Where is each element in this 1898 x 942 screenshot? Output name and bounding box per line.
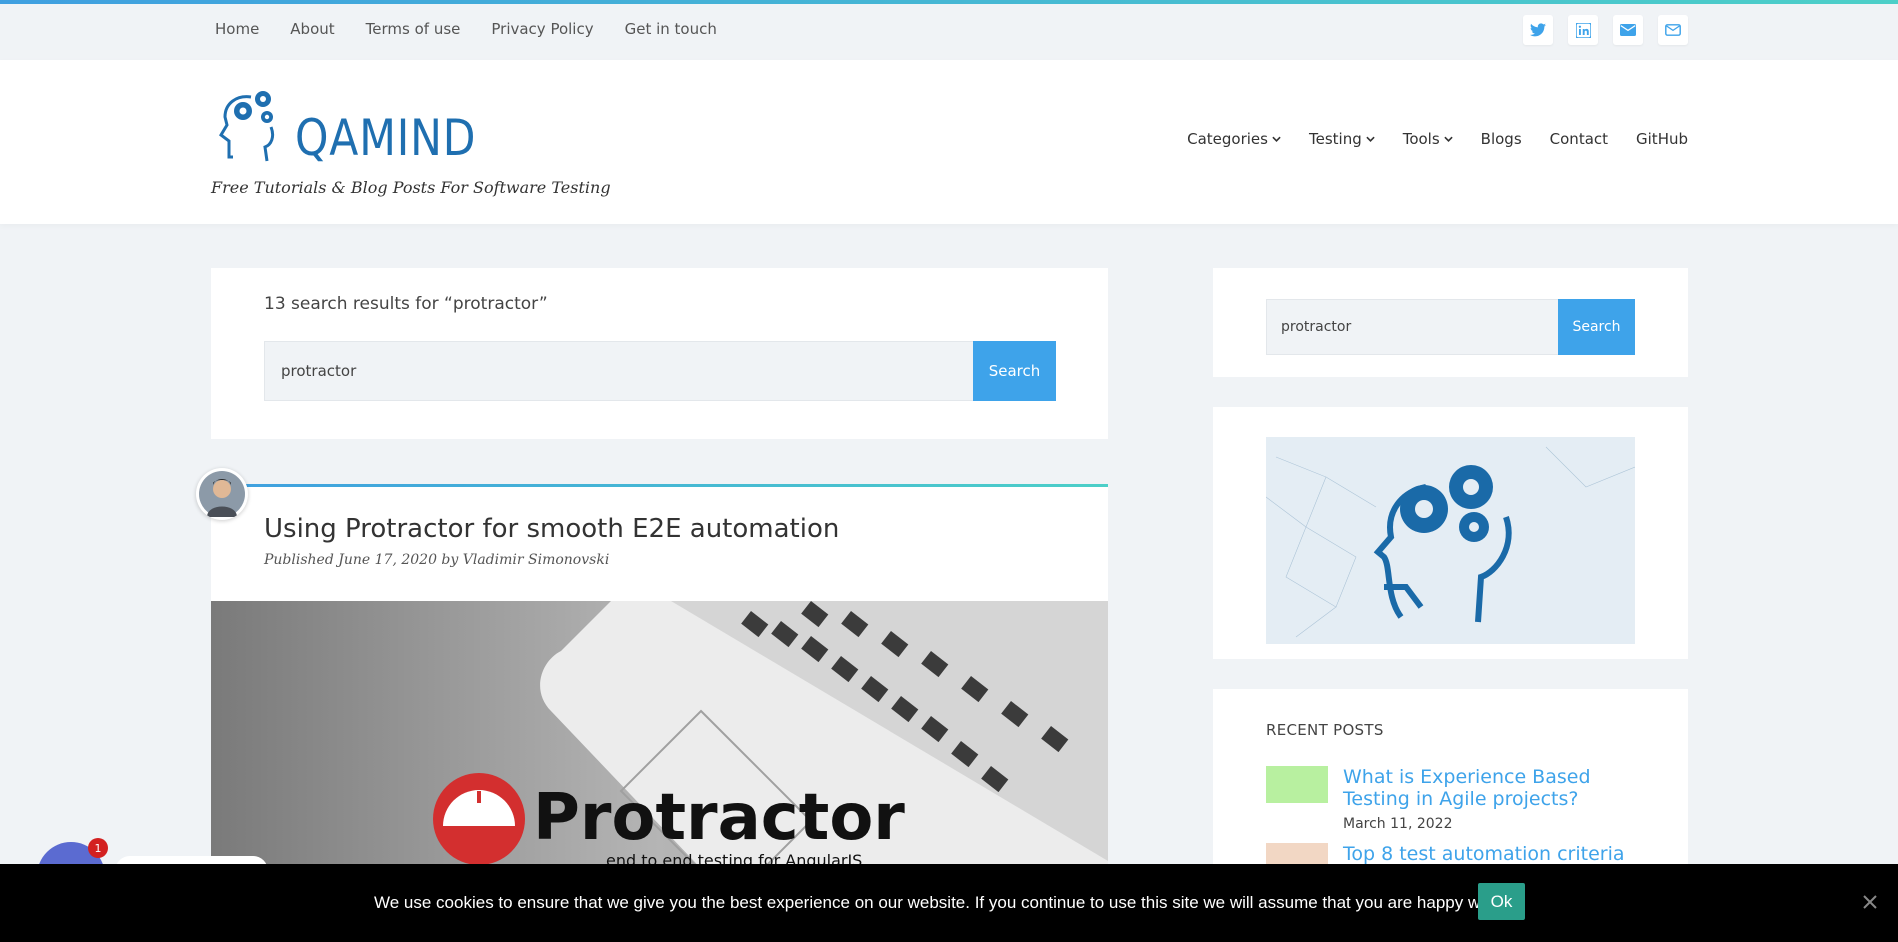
twitter-button[interactable] xyxy=(1523,15,1553,45)
linkedin-button[interactable] xyxy=(1568,15,1598,45)
nav-categories-label: Categories xyxy=(1187,130,1268,148)
nav-testing-label: Testing xyxy=(1308,130,1362,148)
email-button[interactable] xyxy=(1613,15,1643,45)
brain-gears-logo-icon xyxy=(219,91,275,162)
site-logo[interactable]: QAMIND xyxy=(215,87,508,163)
envelope-outline-icon xyxy=(1665,24,1681,36)
nav-tools[interactable]: Tools xyxy=(1403,130,1453,148)
cookie-ok-button[interactable]: Ok xyxy=(1478,883,1525,920)
sidebar-image-card xyxy=(1213,407,1688,659)
nav-github-label: GitHub xyxy=(1636,130,1688,148)
nav-tools-label: Tools xyxy=(1402,130,1440,148)
twitter-icon xyxy=(1530,23,1546,37)
person-photo-icon xyxy=(199,471,245,517)
top-nav-about[interactable]: About xyxy=(290,20,334,38)
close-icon[interactable] xyxy=(1860,892,1880,912)
search-results-title: 13 search results for “protractor” xyxy=(264,294,548,314)
sidebar-search-input[interactable]: protractor xyxy=(1266,299,1559,355)
linkedin-icon xyxy=(1575,22,1591,38)
social-links xyxy=(1523,15,1688,45)
cookie-consent-text: We use cookies to ensure that we give yo… xyxy=(374,893,1517,912)
chevron-down-icon xyxy=(1272,136,1281,142)
search-input[interactable]: protractor xyxy=(264,341,974,401)
nav-contact[interactable]: Contact xyxy=(1550,130,1608,148)
post-title[interactable]: Using Protractor for smooth E2E automati… xyxy=(264,514,839,544)
nav-testing[interactable]: Testing xyxy=(1309,130,1375,148)
post-accent-line xyxy=(211,484,1108,487)
top-nav-home[interactable]: Home xyxy=(215,20,259,38)
top-nav-privacy[interactable]: Privacy Policy xyxy=(491,20,593,38)
search-results-card: 13 search results for “protractor” protr… xyxy=(211,268,1108,439)
top-nav: Home About Terms of use Privacy Policy G… xyxy=(215,20,717,38)
chevron-down-icon xyxy=(1366,136,1375,142)
brain-gears-banner-icon xyxy=(1266,437,1635,644)
recent-post-thumbnail[interactable] xyxy=(1266,766,1328,803)
nav-github[interactable]: GitHub xyxy=(1636,130,1688,148)
top-nav-get-in-touch[interactable]: Get in touch xyxy=(625,20,717,38)
recent-post-date: March 11, 2022 xyxy=(1343,816,1453,832)
protractor-brand-text: Protractor xyxy=(533,781,905,855)
sidebar-search-card: protractor Search xyxy=(1213,268,1688,377)
sidebar-search-button[interactable]: Search xyxy=(1558,299,1635,355)
nav-blogs-label: Blogs xyxy=(1480,130,1522,148)
nav-blogs[interactable]: Blogs xyxy=(1481,130,1522,148)
recent-posts-title: RECENT POSTS xyxy=(1266,721,1384,739)
sidebar-search-value: protractor xyxy=(1281,319,1352,335)
envelope-icon xyxy=(1620,24,1636,36)
nav-categories[interactable]: Categories xyxy=(1187,130,1281,148)
contact-email-button[interactable] xyxy=(1658,15,1688,45)
search-input-value: protractor xyxy=(281,362,357,380)
cookie-consent-bar: We use cookies to ensure that we give yo… xyxy=(0,864,1898,942)
recent-post-link[interactable]: Top 8 test automation criteria xyxy=(1343,843,1643,865)
post-meta: Published June 17, 2020 by Vladimir Simo… xyxy=(264,552,610,568)
nav-contact-label: Contact xyxy=(1549,130,1609,148)
top-nav-terms[interactable]: Terms of use xyxy=(366,20,461,38)
top-bar: Home About Terms of use Privacy Policy G… xyxy=(0,4,1898,60)
recent-post-item: What is Experience Based Testing in Agil… xyxy=(1266,766,1643,832)
site-tagline: Free Tutorials & Blog Posts For Software… xyxy=(211,178,611,197)
recent-post-text: What is Experience Based Testing in Agil… xyxy=(1343,766,1643,832)
site-header: QAMIND Free Tutorials & Blog Posts For S… xyxy=(0,60,1898,224)
qamind-banner-image xyxy=(1266,437,1635,644)
chevron-down-icon xyxy=(1443,136,1453,142)
logo-text: QAMIND xyxy=(295,109,477,167)
main-nav: Categories Testing Tools Blogs Contact G… xyxy=(1187,130,1688,148)
author-avatar[interactable] xyxy=(196,468,248,520)
chat-notification-badge: 1 xyxy=(88,838,108,858)
search-button[interactable]: Search xyxy=(973,341,1056,401)
recent-post-link[interactable]: What is Experience Based Testing in Agil… xyxy=(1343,766,1643,810)
